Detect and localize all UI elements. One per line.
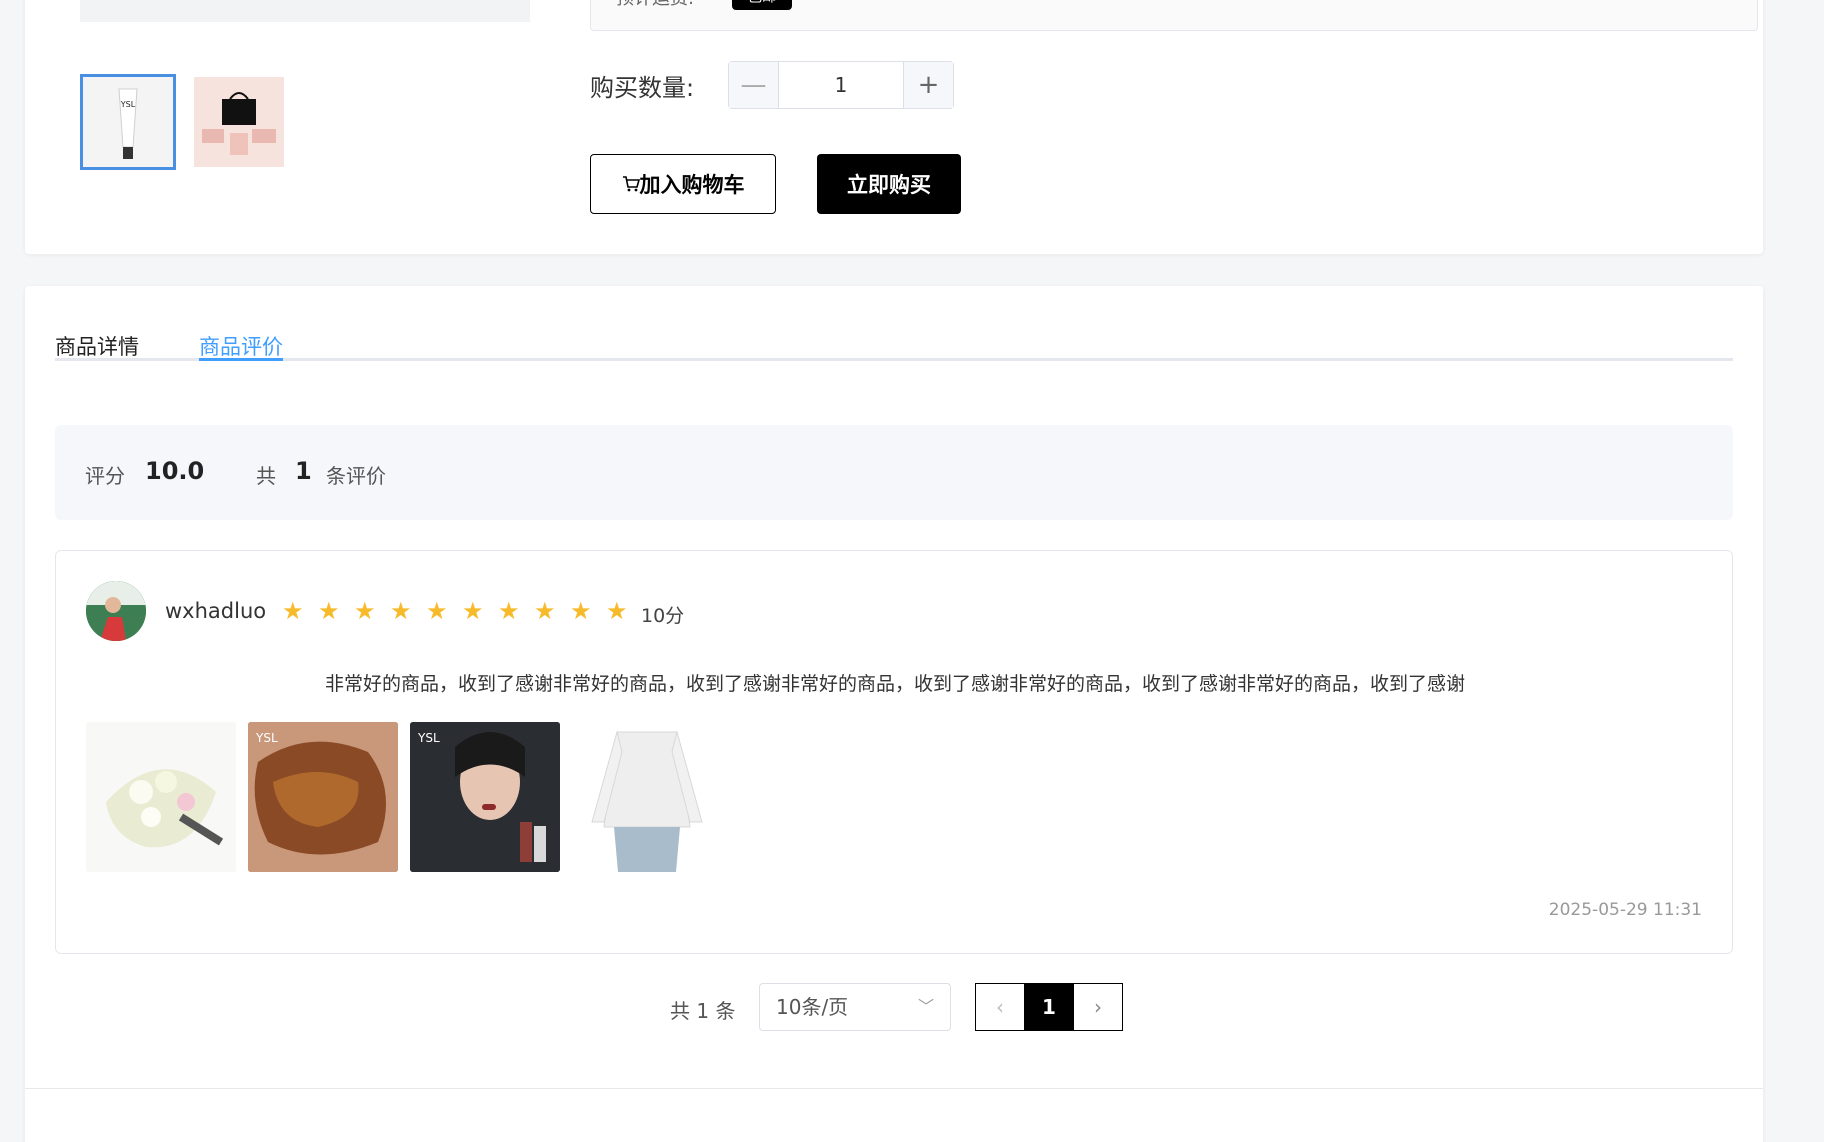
review-score: 10分 <box>641 605 685 627</box>
chevron-down-icon: ﹀ <box>917 997 934 1016</box>
svg-text:YSL: YSL <box>120 100 136 109</box>
thumbnail-2[interactable] <box>194 77 284 167</box>
star-icon: ★ <box>426 597 448 625</box>
main-product-image <box>80 0 530 22</box>
tab-product-details[interactable]: 商品详情 <box>55 331 139 361</box>
quantity-stepper: — 1 + <box>728 61 954 109</box>
reviews-card: 商品详情 商品评价 评分 10.0 共 1 条评价 wxhadluo ★ ★ ★… <box>25 286 1763 1142</box>
review-item: wxhadluo ★ ★ ★ ★ ★ ★ ★ ★ ★ ★ 10分 非常好的商品，… <box>55 550 1733 954</box>
star-rating: ★ ★ ★ ★ ★ ★ ★ ★ ★ ★ <box>282 599 642 623</box>
flower-bouquet-image <box>86 722 236 872</box>
page-number-button[interactable]: 1 <box>1024 983 1074 1031</box>
review-comment: 非常好的商品，收到了感谢非常好的商品，收到了感谢非常好的商品，收到了感谢非常好的… <box>324 673 1465 695</box>
page-size-value: 10条/页 <box>776 995 849 1019</box>
star-icon: ★ <box>606 597 628 625</box>
review-image-2[interactable]: YSL <box>248 722 398 872</box>
review-count: 1 <box>295 457 312 485</box>
quantity-input[interactable]: 1 <box>779 62 903 108</box>
chevron-right-icon: › <box>1094 995 1102 1019</box>
review-date: 2025-05-29 11:31 <box>1548 900 1702 920</box>
add-to-cart-label: 加入购物车 <box>639 173 745 197</box>
free-shipping-badge: 包邮 <box>732 0 792 10</box>
pagination: 共 1 条 10条/页 ﹀ ‹ 1 › <box>25 983 1763 1033</box>
total-suffix: 条评价 <box>326 464 386 488</box>
star-icon: ★ <box>462 597 484 625</box>
gift-set-image <box>194 77 284 167</box>
tab-bar: 商品详情 商品评价 <box>55 331 1733 361</box>
lotion-tube-image: YSL <box>83 77 173 167</box>
lipstick-ad-image: YSL <box>410 722 560 872</box>
cart-icon <box>622 176 640 192</box>
quantity-label: 购买数量: <box>590 74 695 102</box>
total-prefix: 共 <box>256 464 276 488</box>
user-avatar-image <box>86 581 146 641</box>
star-icon: ★ <box>390 597 412 625</box>
score-label: 评分 <box>85 464 125 488</box>
pastry-ad-image: YSL <box>248 722 398 872</box>
buy-now-button[interactable]: 立即购买 <box>817 154 961 214</box>
divider <box>25 1088 1763 1089</box>
star-icon: ★ <box>534 597 556 625</box>
star-icon: ★ <box>318 597 340 625</box>
shipping-label: 预计运费: <box>616 0 694 10</box>
product-card: YSL 预计运费: 包邮 购买数量: — 1 + <box>25 0 1763 254</box>
pagination-total: 共 1 条 <box>670 999 736 1023</box>
product-page: YSL 预计运费: 包邮 购买数量: — 1 + <box>0 0 1824 1142</box>
star-icon: ★ <box>498 597 520 625</box>
svg-text:YSL: YSL <box>255 731 278 745</box>
page-size-select[interactable]: 10条/页 ﹀ <box>759 983 951 1031</box>
add-to-cart-button[interactable]: 加入购物车 <box>590 154 776 214</box>
review-image-4[interactable] <box>572 722 722 872</box>
shipping-info-box: 预计运费: 包邮 <box>590 0 1758 31</box>
active-tab-indicator <box>199 358 283 361</box>
review-image-1[interactable] <box>86 722 236 872</box>
plus-icon: + <box>917 70 940 100</box>
next-page-button[interactable]: › <box>1073 983 1123 1031</box>
prev-page-button[interactable]: ‹ <box>975 983 1025 1031</box>
minus-icon: — <box>740 70 767 100</box>
thumbnail-1[interactable]: YSL <box>80 74 176 170</box>
review-image-3[interactable]: YSL <box>410 722 560 872</box>
review-summary: 评分 10.0 共 1 条评价 <box>55 425 1733 520</box>
decrease-quantity-button[interactable]: — <box>729 62 779 108</box>
buy-now-label: 立即购买 <box>847 173 931 197</box>
svg-text:YSL: YSL <box>417 731 440 745</box>
star-icon: ★ <box>570 597 592 625</box>
avatar <box>86 581 146 641</box>
star-icon: ★ <box>354 597 376 625</box>
review-username: wxhadluo <box>165 599 267 623</box>
increase-quantity-button[interactable]: + <box>903 62 953 108</box>
chevron-left-icon: ‹ <box>996 995 1004 1019</box>
blouse-photo-image <box>572 722 722 872</box>
score-value: 10.0 <box>145 457 205 485</box>
star-icon: ★ <box>282 597 304 625</box>
tab-product-reviews[interactable]: 商品评价 <box>199 331 283 361</box>
